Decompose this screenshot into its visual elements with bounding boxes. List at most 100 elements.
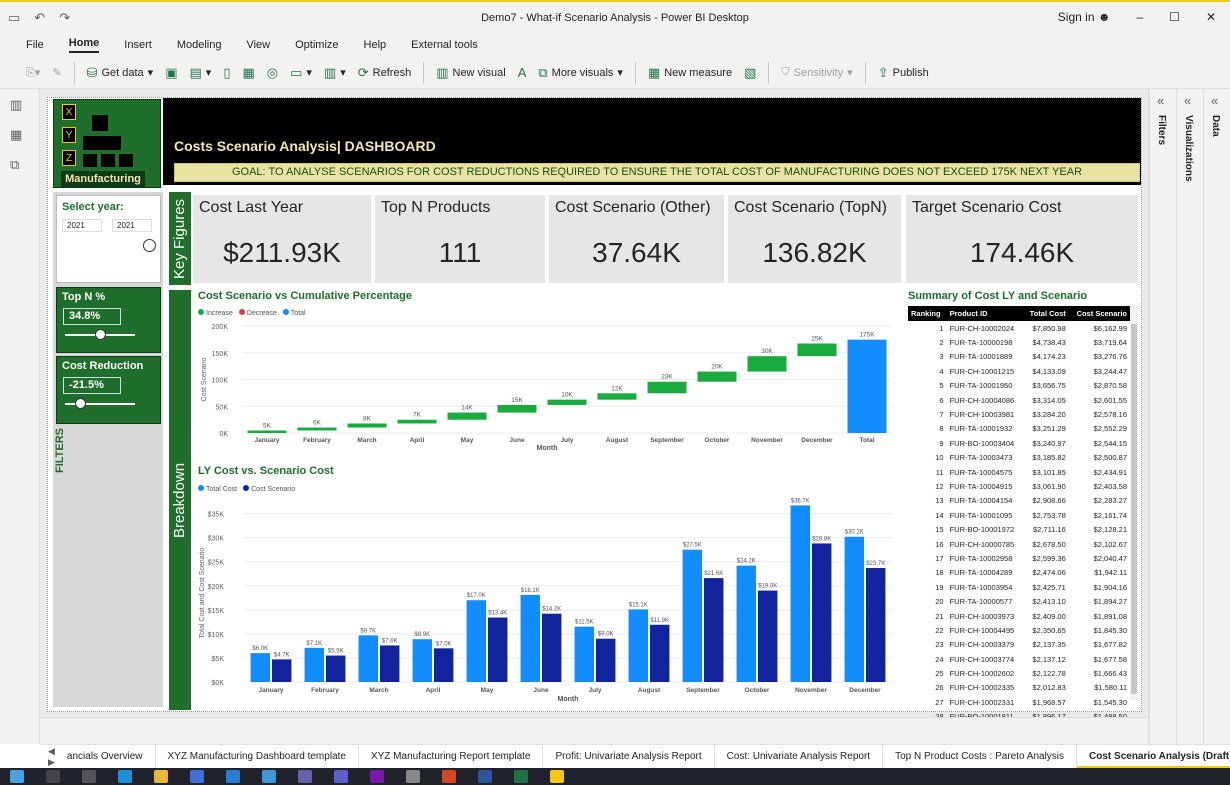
menu-item-help[interactable]: Help	[364, 39, 387, 51]
table-row[interactable]: 22 FUR-CH-10004495 $2,350.65 $1,845.30	[908, 623, 1130, 637]
more-visuals-button[interactable]: ⧉ More visuals ▾	[538, 65, 623, 81]
refresh-button[interactable]: ⟳ Refresh	[358, 65, 411, 81]
table-row[interactable]: 9 FUR-BO-10003404 $3,240.97 $2,544.15	[908, 436, 1130, 450]
column-header[interactable]: Total Cost	[1023, 306, 1069, 321]
store-icon[interactable]	[190, 770, 204, 783]
app-icon[interactable]	[262, 770, 276, 783]
table-row[interactable]: 19 FUR-TA-10003954 $2,425.71 $1,904.16	[908, 580, 1130, 594]
waterfall-bar[interactable]	[247, 430, 287, 433]
page-tab[interactable]: Cost: Univariate Analysis Report	[715, 744, 884, 769]
waterfall-bar[interactable]	[497, 404, 537, 413]
waterfall-bar[interactable]	[647, 381, 687, 394]
cost-reduction-slider-handle[interactable]	[75, 398, 87, 409]
waterfall-bar[interactable]	[597, 393, 637, 400]
table-row[interactable]: 15 FUR-BO-10001972 $2,711.16 $2,128.21	[908, 522, 1130, 536]
table-row[interactable]: 17 FUR-TA-10002958 $2,599.36 $2,040.47	[908, 551, 1130, 565]
onelake-icon[interactable]: ▤ ▾	[189, 65, 211, 81]
minimize-icon[interactable]: –	[1136, 10, 1143, 24]
bar[interactable]	[704, 578, 724, 682]
app-icon[interactable]	[442, 770, 456, 783]
waterfall-bar[interactable]	[797, 343, 837, 357]
menu-item-optimize[interactable]: Optimize	[295, 39, 338, 51]
bar[interactable]	[412, 639, 432, 682]
bar[interactable]	[272, 659, 292, 682]
menu-item-external-tools[interactable]: External tools	[411, 39, 478, 51]
page-tab[interactable]: Profit: Univariate Analysis Report	[543, 744, 715, 769]
menu-item-home[interactable]: Home	[68, 37, 100, 53]
table-row[interactable]: 13 FUR-TA-10004154 $2,908.66 $2,283.27	[908, 494, 1130, 508]
summary-table[interactable]: Ranking Product ID Total Cost Cost Scenario…	[908, 306, 1130, 724]
bar[interactable]	[866, 567, 886, 682]
table-scrollbar[interactable]	[1130, 306, 1138, 700]
waterfall-chart[interactable]: 0K 50K 100K 150K 200K Cost Scenario 5K January 6…	[192, 318, 902, 456]
bar[interactable]	[326, 655, 346, 682]
quick-measure-icon[interactable]: ▧	[744, 65, 756, 81]
page-tab[interactable]: XYZ Manufacturing Dashboard template	[156, 744, 359, 769]
year-slider-handle[interactable]	[143, 239, 156, 252]
bar[interactable]	[844, 536, 864, 682]
table-view-icon[interactable]: ▦	[10, 127, 39, 149]
bar[interactable]	[520, 594, 540, 682]
report-view-icon[interactable]: ▥	[10, 97, 39, 119]
waterfall-bar[interactable]	[697, 371, 737, 382]
top-n-slider-handle[interactable]	[95, 329, 106, 340]
table-row[interactable]: 18 FUR-TA-10004289 $2,474.06 $1,942.11	[908, 566, 1130, 580]
table-row[interactable]: 3 FUR-TA-10001889 $4,174.23 $3,276.76	[908, 350, 1130, 364]
format-painter-icon[interactable]: ✎	[52, 66, 61, 79]
cost-reduction-value[interactable]: -21.5%	[63, 377, 121, 394]
get-data-button[interactable]: ⛁ Get data ▾	[87, 65, 154, 81]
year-from-input[interactable]: 2021	[62, 219, 102, 232]
bar[interactable]	[304, 647, 324, 682]
data-pane[interactable]: « Data	[1203, 89, 1230, 744]
column-header[interactable]: Product ID	[946, 306, 1024, 321]
sign-in-button[interactable]: Sign in ☻	[1058, 10, 1111, 24]
bar[interactable]	[488, 617, 508, 682]
waterfall-bar[interactable]	[447, 412, 487, 420]
bar[interactable]	[628, 609, 648, 682]
enter-data-icon[interactable]: ▦	[242, 65, 254, 81]
new-measure-button[interactable]: ▦ New measure	[648, 65, 732, 81]
menu-item-file[interactable]: File	[26, 39, 44, 51]
kpi-card[interactable]: Cost Scenario (Other) 37.64K	[549, 195, 724, 283]
mail-icon[interactable]	[226, 770, 240, 783]
word-icon[interactable]	[478, 770, 492, 783]
bar[interactable]	[758, 590, 778, 682]
table-row[interactable]: 7 FUR-CH-10003981 $3,284.20 $2,578.16	[908, 407, 1130, 421]
transform-icon[interactable]: ▥ ▾	[324, 65, 346, 81]
bar[interactable]	[596, 638, 616, 682]
bar[interactable]	[812, 543, 832, 682]
model-view-icon[interactable]: ⧉	[10, 157, 39, 179]
teams-icon[interactable]	[334, 770, 348, 783]
recent-sources-icon[interactable]: ▭ ▾	[290, 65, 312, 81]
table-row[interactable]: 21 FUR-CH-10003973 $2,409.00 $1,891.08	[908, 609, 1130, 623]
sensitivity-button[interactable]: ⛉ Sensitivity ▾	[781, 66, 852, 79]
table-row[interactable]: 10 FUR-TA-10003473 $3,185.82 $2,500.87	[908, 451, 1130, 465]
top-n-slicer[interactable]: Top N % 34.8%	[56, 287, 161, 353]
dataverse-icon[interactable]: ◎	[267, 65, 278, 81]
excel-icon[interactable]: ▣	[165, 65, 177, 81]
excel-icon[interactable]	[514, 770, 528, 783]
waterfall-bar[interactable]	[397, 419, 437, 424]
kpi-card[interactable]: Target Scenario Cost 174.46K	[906, 195, 1138, 283]
task-view-icon[interactable]	[82, 770, 96, 783]
tab-scroll-arrows[interactable]: ◀ ▶	[40, 746, 55, 768]
file-explorer-icon[interactable]	[154, 770, 168, 783]
table-row[interactable]: 20 FUR-TA-10000577 $2,413.10 $1,894.27	[908, 594, 1130, 608]
year-slicer[interactable]: Select year: 2021 2021	[56, 195, 161, 283]
kpi-card[interactable]: Top N Products 111	[375, 195, 545, 283]
kpi-card[interactable]: Cost Scenario (TopN) 136.82K	[728, 195, 901, 283]
bar[interactable]	[790, 505, 810, 682]
waterfall-bar[interactable]	[347, 423, 387, 428]
bar[interactable]	[380, 645, 400, 682]
sql-icon[interactable]: ▯	[223, 65, 230, 81]
page-tab[interactable]: Top N Product Costs : Pareto Analysis	[883, 744, 1078, 769]
page-tab[interactable]: ancials Overview	[55, 744, 156, 769]
page-tab[interactable]: Cost Scenario Analysis (Draft)	[1077, 745, 1230, 769]
edge-icon[interactable]	[118, 770, 132, 783]
paste-icon[interactable]: ⎘▾	[26, 66, 40, 80]
column-header[interactable]: Cost Scenario	[1068, 306, 1130, 321]
new-visual-button[interactable]: ▥ New visual	[436, 65, 505, 81]
power-bi-icon[interactable]	[550, 770, 564, 783]
visualizations-pane[interactable]: « Visualizations	[1176, 89, 1203, 744]
table-row[interactable]: 23 FUR-CH-10003379 $2,137.35 $1,677.82	[908, 638, 1130, 652]
